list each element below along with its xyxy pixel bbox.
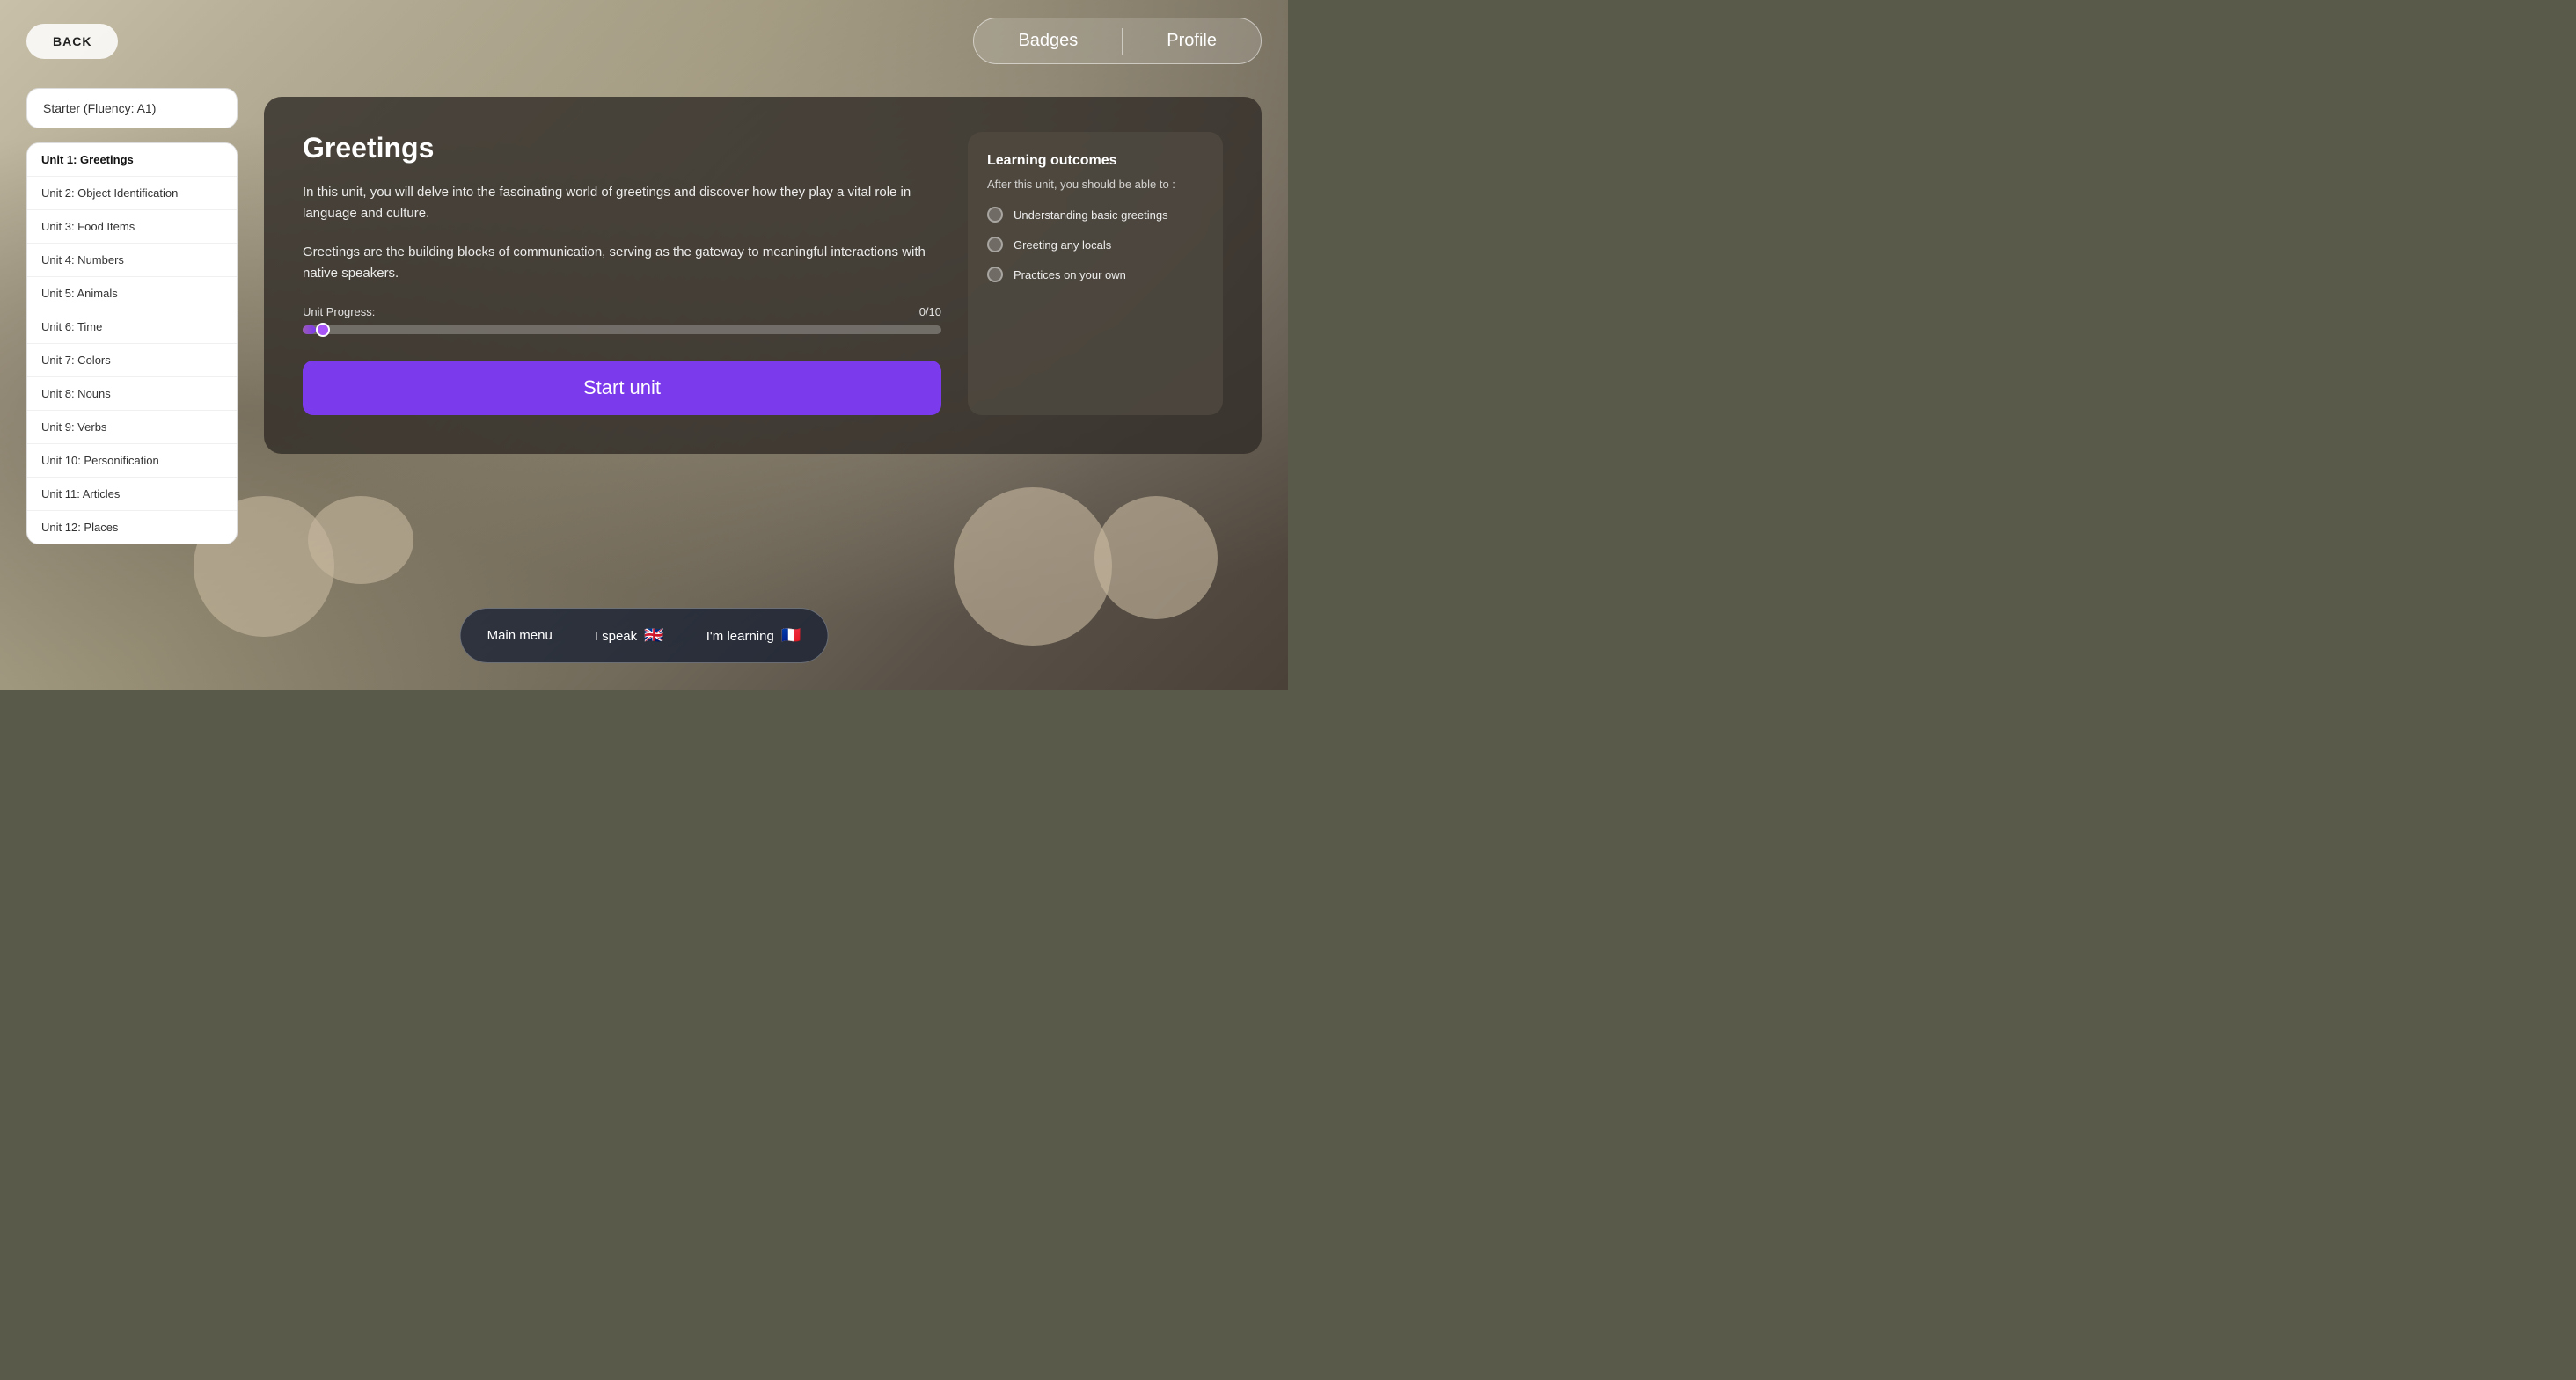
unit-description-2: Greetings are the building blocks of com… xyxy=(303,242,941,284)
sidebar-item-unit-6[interactable]: Unit 6: Time xyxy=(27,310,237,344)
sidebar-item-unit-10[interactable]: Unit 10: Personification xyxy=(27,444,237,478)
main-menu-button[interactable]: Main menu xyxy=(468,619,572,652)
bottom-bar: Main menu I speak 🇬🇧 I'm learning 🇫🇷 xyxy=(460,608,829,663)
sidebar-item-unit-11[interactable]: Unit 11: Articles xyxy=(27,478,237,511)
units-list: Unit 1: Greetings Unit 2: Object Identif… xyxy=(26,142,238,544)
sidebar-item-unit-7[interactable]: Unit 7: Colors xyxy=(27,344,237,377)
outcomes-title: Learning outcomes xyxy=(987,153,1204,169)
profile-button[interactable]: Profile xyxy=(1123,18,1261,63)
start-unit-button[interactable]: Start unit xyxy=(303,361,941,415)
sidebar-item-unit-1[interactable]: Unit 1: Greetings xyxy=(27,143,237,177)
progress-bar-fill xyxy=(303,325,316,334)
unit-description-1: In this unit, you will delve into the fa… xyxy=(303,182,941,224)
progress-value: 0/10 xyxy=(919,305,941,318)
sidebar-item-unit-5[interactable]: Unit 5: Animals xyxy=(27,277,237,310)
sidebar-item-unit-3[interactable]: Unit 3: Food Items xyxy=(27,210,237,244)
sidebar-item-unit-8[interactable]: Unit 8: Nouns xyxy=(27,377,237,411)
progress-label-text: Unit Progress: xyxy=(303,305,375,318)
outcome-item-2: Greeting any locals xyxy=(987,237,1204,252)
sidebar-item-unit-9[interactable]: Unit 9: Verbs xyxy=(27,411,237,444)
sidebar-item-unit-2[interactable]: Unit 2: Object Identification xyxy=(27,177,237,210)
top-navigation: BACK Badges Profile xyxy=(26,18,1262,64)
im-learning-flag: 🇫🇷 xyxy=(781,626,801,644)
i-speak-label: I speak xyxy=(595,629,637,644)
panel-left: Greetings In this unit, you will delve i… xyxy=(303,132,941,415)
table-decoration xyxy=(308,496,413,584)
outcome-item-1: Understanding basic greetings xyxy=(987,207,1204,223)
progress-bar xyxy=(303,325,941,334)
badges-button[interactable]: Badges xyxy=(974,18,1122,63)
fluency-badge: Starter (Fluency: A1) xyxy=(26,88,238,128)
table-decoration xyxy=(1094,496,1218,619)
outcome-circle-3 xyxy=(987,267,1003,282)
im-learning-button[interactable]: I'm learning 🇫🇷 xyxy=(687,617,821,653)
progress-thumb xyxy=(316,323,330,337)
outcome-circle-2 xyxy=(987,237,1003,252)
nav-right-group: Badges Profile xyxy=(973,18,1262,64)
i-speak-button[interactable]: I speak 🇬🇧 xyxy=(575,617,684,653)
outcomes-panel: Learning outcomes After this unit, you s… xyxy=(968,132,1223,415)
im-learning-label: I'm learning xyxy=(706,629,774,644)
table-decoration xyxy=(954,487,1112,646)
progress-section: Unit Progress: 0/10 xyxy=(303,305,941,334)
outcome-label-1: Understanding basic greetings xyxy=(1014,208,1168,222)
outcome-label-2: Greeting any locals xyxy=(1014,238,1111,252)
sidebar: Starter (Fluency: A1) Unit 1: Greetings … xyxy=(26,88,238,544)
main-panel: Greetings In this unit, you will delve i… xyxy=(264,97,1262,454)
outcomes-subtitle: After this unit, you should be able to : xyxy=(987,178,1204,191)
sidebar-item-unit-4[interactable]: Unit 4: Numbers xyxy=(27,244,237,277)
sidebar-item-unit-12[interactable]: Unit 12: Places xyxy=(27,511,237,544)
unit-title: Greetings xyxy=(303,132,941,164)
outcome-circle-1 xyxy=(987,207,1003,223)
outcome-item-3: Practices on your own xyxy=(987,267,1204,282)
outcome-label-3: Practices on your own xyxy=(1014,268,1126,281)
i-speak-flag: 🇬🇧 xyxy=(644,626,663,644)
back-button[interactable]: BACK xyxy=(26,24,118,59)
